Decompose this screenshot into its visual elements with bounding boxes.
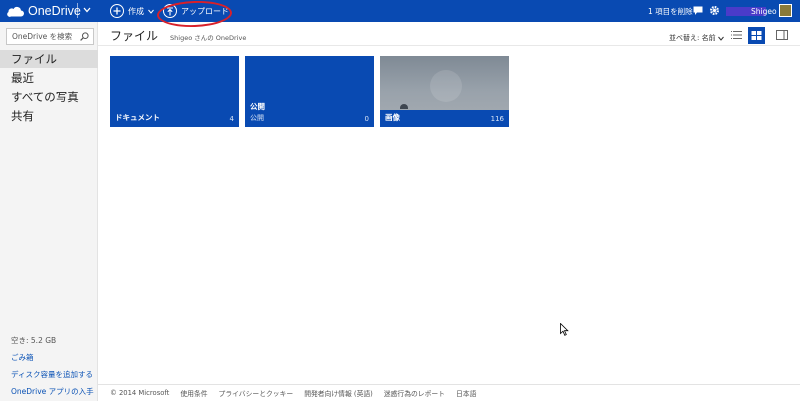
upload-icon bbox=[163, 4, 177, 18]
list-view-icon[interactable] bbox=[730, 28, 744, 42]
divider bbox=[77, 3, 78, 18]
report-abuse-link[interactable]: 迷惑行為のレポート bbox=[384, 388, 445, 398]
tile-count: 116 bbox=[490, 115, 504, 123]
folder-tile-pictures[interactable]: 画像 116 bbox=[380, 56, 509, 127]
photo-sun bbox=[430, 70, 462, 102]
notification-icon[interactable] bbox=[693, 6, 703, 16]
upload-button[interactable]: アップロード bbox=[163, 2, 229, 20]
sidebar-item-recent[interactable]: 最近 bbox=[0, 69, 98, 87]
chevron-down-icon bbox=[717, 36, 724, 41]
storage-info: 空き: 5.2 GB bbox=[11, 336, 57, 345]
recycle-bin-link[interactable]: ごみ箱 bbox=[11, 352, 34, 363]
tile-view-button[interactable] bbox=[748, 27, 765, 44]
user-name: Shigeo bbox=[751, 6, 777, 16]
tile-name: 公開 bbox=[250, 102, 265, 111]
add-storage-link[interactable]: ディスク容量を追加する bbox=[11, 369, 93, 380]
get-apps-link[interactable]: OneDrive アプリの入手 bbox=[11, 386, 94, 397]
sidebar-item-all-photos[interactable]: すべての写真 bbox=[0, 88, 98, 106]
breadcrumb[interactable]: Shigeo さんの OneDrive bbox=[170, 32, 246, 42]
tile-count: 0 bbox=[364, 115, 369, 123]
gear-icon[interactable] bbox=[709, 5, 720, 16]
avatar[interactable] bbox=[779, 4, 792, 17]
sort-dropdown[interactable]: 並べ替え: 名前 bbox=[669, 33, 724, 43]
language-link[interactable]: 日本語 bbox=[456, 388, 476, 398]
page-title: ファイル bbox=[110, 29, 159, 43]
mouse-cursor-icon bbox=[560, 323, 569, 336]
developers-link[interactable]: 開発者向け情報 (英語) bbox=[304, 388, 373, 398]
chevron-down-icon[interactable] bbox=[82, 4, 92, 16]
copyright: © 2014 Microsoft bbox=[110, 389, 170, 397]
onedrive-logo[interactable]: OneDrive bbox=[7, 3, 81, 19]
tile-name: 画像 bbox=[385, 113, 400, 122]
sidebar-item-label: 共有 bbox=[11, 109, 34, 123]
details-pane-icon[interactable] bbox=[775, 28, 789, 42]
search-placeholder: OneDrive を検索 bbox=[12, 32, 73, 41]
tile-name: ドキュメント bbox=[115, 113, 160, 122]
terms-link[interactable]: 使用条件 bbox=[180, 388, 207, 398]
tile-view-icon bbox=[751, 31, 762, 40]
divider bbox=[98, 45, 800, 46]
delete-status[interactable]: 1 項目を削除 bbox=[648, 0, 693, 22]
photo-silhouette bbox=[400, 104, 408, 109]
sidebar-item-files[interactable]: ファイル bbox=[0, 50, 98, 68]
privacy-link[interactable]: プライバシーとクッキー bbox=[219, 388, 294, 398]
folder-tile-public[interactable]: 公開 公開 0 bbox=[245, 56, 374, 127]
cloud-icon bbox=[7, 6, 24, 17]
footer: © 2014 Microsoft 使用条件 プライバシーとクッキー 開発者向け情… bbox=[98, 384, 800, 401]
tile-count: 4 bbox=[229, 115, 234, 123]
create-label: 作成 bbox=[128, 6, 144, 16]
page-header: ファイル Shigeo さんの OneDrive bbox=[110, 27, 246, 44]
upload-label: アップロード bbox=[181, 6, 229, 16]
search-icon[interactable] bbox=[80, 32, 89, 41]
top-bar: OneDrive 作成 アップロード 1 項目を削除 Shigeo bbox=[0, 0, 800, 22]
sidebar-item-label: ファイル bbox=[11, 52, 57, 66]
app-name: OneDrive bbox=[28, 4, 81, 18]
chevron-down-icon bbox=[148, 9, 154, 14]
folder-tile-documents[interactable]: ドキュメント 4 bbox=[110, 56, 239, 127]
sidebar-item-label: すべての写真 bbox=[11, 90, 79, 104]
sidebar-item-shared[interactable]: 共有 bbox=[0, 107, 98, 125]
sidebar-item-label: 最近 bbox=[11, 71, 34, 85]
delete-label: 1 項目を削除 bbox=[648, 6, 693, 16]
sort-label: 並べ替え: 名前 bbox=[669, 34, 716, 42]
tile-subtitle: 公開 bbox=[250, 114, 264, 122]
plus-icon bbox=[110, 4, 124, 18]
user-menu[interactable]: Shigeo bbox=[751, 0, 777, 22]
search-input[interactable]: OneDrive を検索 bbox=[6, 28, 94, 45]
create-button[interactable]: 作成 bbox=[110, 2, 154, 20]
